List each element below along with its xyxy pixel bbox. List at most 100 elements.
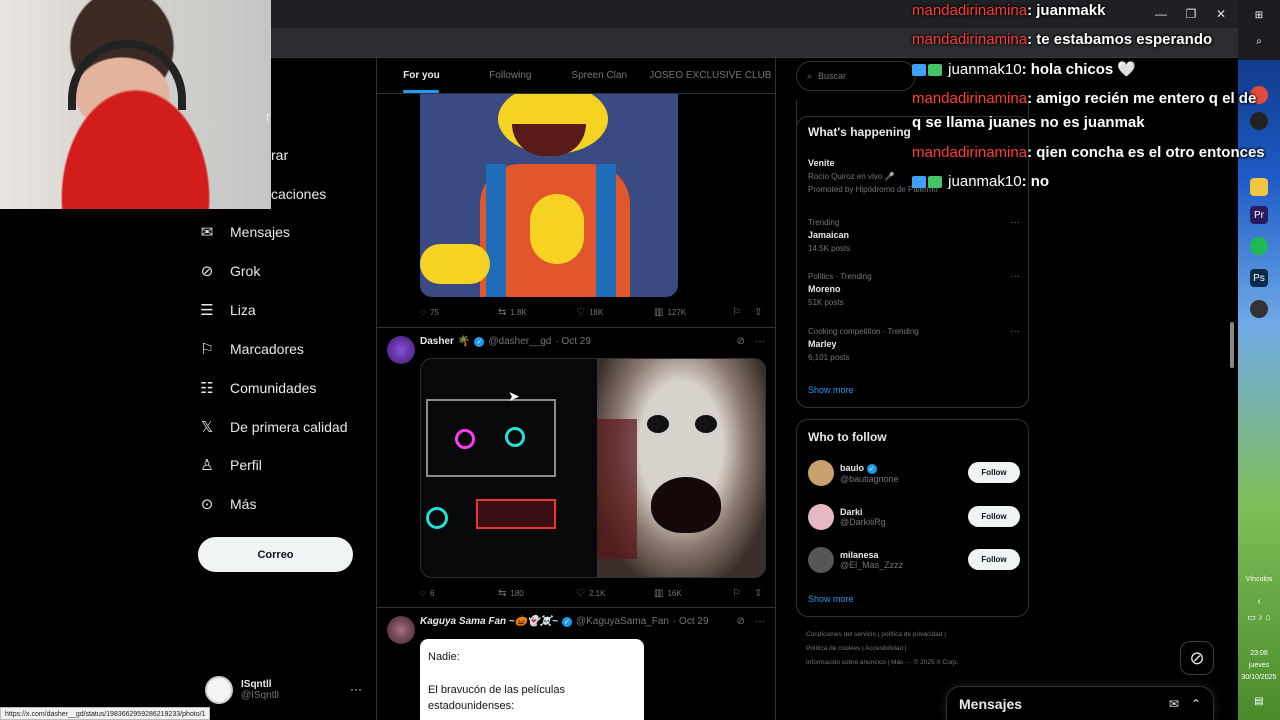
chat-message: mandadirinamina: juanmakk: [912, 2, 1105, 19]
reply-button[interactable]: ◌ 75: [420, 307, 498, 318]
sidebar-item-grok[interactable]: ⊘ Grok: [198, 253, 261, 289]
follow-button[interactable]: Follow: [968, 549, 1020, 570]
show-more-link[interactable]: Show more: [808, 594, 854, 604]
repost-button[interactable]: ⇆ 1.8K: [498, 307, 576, 318]
follow-button[interactable]: Follow: [968, 506, 1020, 527]
share-button[interactable]: ⇪: [754, 588, 762, 599]
clock-time[interactable]: 23:08: [1238, 650, 1280, 657]
trend-item[interactable]: Trending Jamaican 14.5K posts ···: [808, 216, 1020, 255]
account-switcher[interactable]: ISqntll @ISqntll: [205, 676, 279, 704]
post-handle[interactable]: @KaguyaSama_Fan: [576, 616, 669, 627]
post-author[interactable]: Kaguya Sama Fan ~🎃👻☠️~: [420, 616, 558, 627]
sidebar-item-mensajes[interactable]: ✉ Mensajes: [198, 214, 290, 250]
window-controls: — ❐ ✕: [1146, 4, 1236, 24]
account-handle: @ISqntll: [241, 690, 279, 701]
more-icon[interactable]: ···: [755, 616, 765, 627]
sidebar-item-partial-3[interactable]: caciones: [271, 186, 326, 202]
follow-button[interactable]: Follow: [968, 462, 1020, 483]
more-icon[interactable]: ···: [350, 682, 362, 696]
view-count: 127K: [667, 307, 687, 317]
tab-for-you[interactable]: For you: [377, 58, 466, 93]
tab-joseo-exclusive-club[interactable]: JOSEO EXCLUSIVE CLUB: [644, 58, 775, 93]
tray-icons[interactable]: ▭ ♪ ⌂: [1238, 612, 1280, 623]
tab-following[interactable]: Following: [466, 58, 555, 93]
post-image-dasher[interactable]: [420, 358, 766, 578]
share-button[interactable]: ⇪: [754, 307, 762, 318]
premiere-icon[interactable]: Pr: [1250, 206, 1268, 224]
close-button[interactable]: ✕: [1206, 4, 1236, 24]
windows-start-icon[interactable]: ⊞: [1250, 6, 1268, 24]
chat-text: : amigo recién me entero q el de: [1027, 90, 1257, 107]
author-emoji: 🌴: [457, 336, 471, 347]
footer-line[interactable]: Política de cookies | Accesibilidad |: [806, 645, 1016, 652]
like-button[interactable]: ♡ 2.1K: [576, 588, 654, 599]
follow-suggestion[interactable]: baulo ✓ @bautiagnone Follow: [808, 458, 1020, 488]
post-date[interactable]: · Oct 29: [673, 616, 709, 627]
sidebar-item-liza[interactable]: ☰ Liza: [198, 292, 256, 328]
repost-button[interactable]: ⇆ 180: [498, 588, 576, 599]
minimize-button[interactable]: —: [1146, 4, 1176, 24]
follow-suggestion[interactable]: Darki @DarkiiiRg Follow: [808, 502, 1020, 532]
like-count: 18K: [588, 307, 604, 317]
page-scrollbar[interactable]: [1230, 322, 1234, 368]
trend-item[interactable]: Cooking competition · Trending Marley 6,…: [808, 325, 1020, 364]
footer-line[interactable]: Condiciones del servicio | política de p…: [806, 631, 1016, 638]
notification-icon[interactable]: ▤: [1238, 696, 1280, 707]
post-image-text-card[interactable]: Nadie: El bravucón de las películas esta…: [420, 639, 644, 720]
communities-icon: ☷: [200, 380, 214, 397]
reply-button[interactable]: ◌ 6: [420, 588, 498, 599]
more-icon[interactable]: ···: [1010, 325, 1020, 338]
post-button[interactable]: Correo: [198, 537, 353, 572]
sidebar-item-label: Liza: [230, 302, 256, 318]
trend-item[interactable]: Politics · Trending Moreno 51K posts ···: [808, 270, 1020, 309]
sidebar-item-mas[interactable]: ⊙ Más: [198, 486, 257, 522]
grok-button[interactable]: ⊘: [1180, 641, 1214, 675]
post-handle[interactable]: @dasher__gd: [488, 336, 551, 347]
sidebar-item-partial-2[interactable]: rar: [271, 147, 288, 163]
follow-suggestion[interactable]: milanesa @El_Mas_Zzzz Follow: [808, 545, 1020, 575]
tab-spreen-clan[interactable]: Spreen Clan: [555, 58, 644, 93]
grok-icon: ⊘: [1189, 647, 1205, 668]
grok-icon[interactable]: ⊘: [737, 336, 745, 347]
post-image-simpsons[interactable]: [420, 94, 678, 297]
sidebar-item-premium[interactable]: 𝕏 De primera calidad: [198, 409, 348, 445]
sidebar-item-comunidades[interactable]: ☷ Comunidades: [198, 370, 316, 406]
restore-button[interactable]: ❐: [1176, 4, 1206, 24]
more-icon[interactable]: ···: [1010, 270, 1020, 283]
search-input[interactable]: ⌕ Buscar: [796, 61, 916, 91]
more-icon[interactable]: ···: [755, 336, 765, 347]
footer-line[interactable]: Información sobre anuncios | Más ··· © 2…: [806, 659, 1016, 666]
search-icon[interactable]: ⌕: [1250, 32, 1268, 50]
sidebar-item-marcadores[interactable]: ⚐ Marcadores: [198, 331, 304, 367]
chevron-up-icon[interactable]: ⌃: [1191, 697, 1201, 711]
views-button[interactable]: ▥ 16K: [654, 588, 732, 599]
show-more-link[interactable]: Show more: [808, 385, 854, 395]
avatar[interactable]: [387, 616, 415, 644]
sidebar-item-partial-1[interactable]: r: [266, 108, 271, 124]
more-icon[interactable]: ···: [1010, 216, 1020, 229]
app-icon[interactable]: [1250, 300, 1268, 318]
obs-icon[interactable]: [1250, 112, 1268, 130]
timeline[interactable]: For you Following Spreen Clan JOSEO EXCL…: [376, 58, 776, 720]
scary-face-image[interactable]: [597, 359, 765, 577]
chat-message: mandadirinamina: te estabamos esperando: [912, 31, 1212, 48]
sidebar-item-perfil[interactable]: ♙ Perfil: [198, 447, 262, 483]
avatar[interactable]: [387, 336, 415, 364]
like-button[interactable]: ♡ 18K: [576, 307, 654, 318]
folder-icon[interactable]: [1250, 178, 1268, 196]
chat-message: juanmak10: hola chicos 🤍: [912, 60, 1136, 78]
photoshop-icon[interactable]: Ps: [1250, 269, 1268, 287]
new-message-icon[interactable]: ✉: [1169, 697, 1179, 711]
views-button[interactable]: ▥ 127K: [654, 307, 732, 318]
footer-links[interactable]: Condiciones del servicio | política de p…: [806, 631, 1016, 666]
bookmark-button[interactable]: ⚐: [732, 307, 754, 318]
image-shape: [426, 507, 448, 529]
spotify-icon[interactable]: [1250, 237, 1268, 255]
post-author[interactable]: Dasher: [420, 336, 454, 347]
grok-icon[interactable]: ⊘: [737, 616, 745, 627]
messages-drawer[interactable]: Mensajes ✉ ⌃: [946, 686, 1214, 720]
chevron-left-icon[interactable]: ‹: [1238, 596, 1280, 607]
post-date[interactable]: · Oct 29: [555, 336, 591, 347]
bookmark-button[interactable]: ⚐: [732, 588, 754, 599]
